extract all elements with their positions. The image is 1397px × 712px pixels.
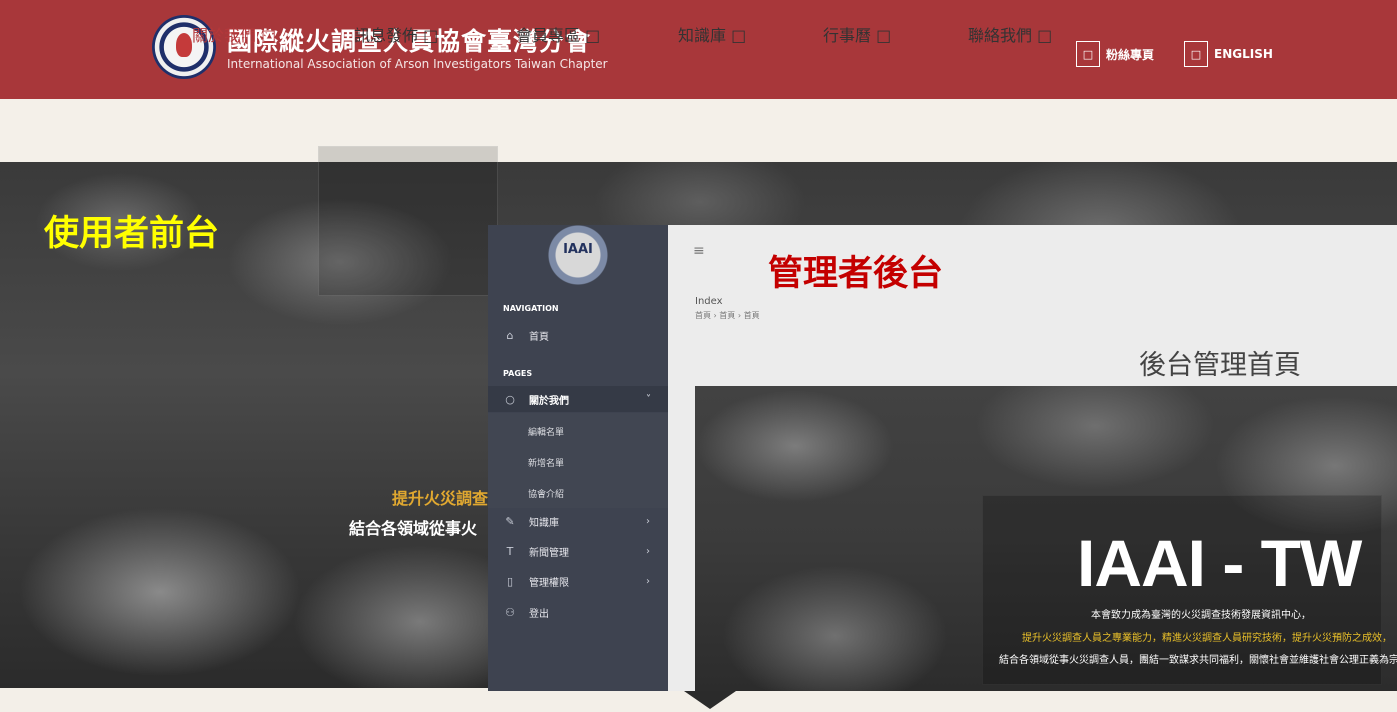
sidebar-subitem-add-list[interactable]: 新增名單	[528, 456, 564, 469]
sidebar-item-knowledge[interactable]: ✎ 知識庫 ›	[488, 508, 668, 534]
banner-line-2: 提升火災調查人員之專業能力，精進火災調查人員研究技術，提升火災預防之成效，	[1022, 633, 1392, 644]
hero-tagline: 結合各領域從事火	[349, 519, 478, 538]
site-title-en[interactable]: International Association of Arson Inves…	[227, 57, 608, 71]
droplet-icon: ○	[505, 392, 515, 406]
sidebar-item-label: 知識庫	[529, 517, 559, 529]
globe-icon: □	[1184, 41, 1208, 67]
user-icon: ⚇	[505, 605, 515, 619]
english-label: ENGLISH	[1214, 47, 1273, 61]
sidebar-item-news[interactable]: T 新聞管理 ›	[488, 538, 668, 564]
chevron-right-icon: ›	[646, 545, 650, 557]
breadcrumb-title: Index	[695, 296, 723, 307]
nav-calendar[interactable]: 行事曆 □	[823, 22, 891, 46]
english-link[interactable]: □ ENGLISH	[1184, 41, 1273, 67]
sidebar-item-label: 管理權限	[529, 577, 569, 589]
backend-annotation: 管理者後台	[768, 254, 944, 294]
sidebar-item-label: 新聞管理	[529, 547, 569, 559]
sidebar-subitem-edit-list[interactable]: 編輯名單	[528, 425, 564, 438]
home-icon: ⌂	[506, 328, 514, 342]
pen-icon: ✎	[505, 514, 515, 528]
nav-about[interactable]: 關於我們 □	[192, 22, 276, 46]
banner-title: IAAI - TW	[1077, 526, 1362, 600]
breadcrumb[interactable]: 首頁 › 首頁 › 首頁	[695, 310, 760, 321]
sidebar-item-permissions[interactable]: ▯ 管理權限 ›	[488, 568, 668, 594]
sidebar-item-about[interactable]: ○ 關於我們 ˅	[488, 386, 668, 412]
sidebar-heading-pages: PAGES	[503, 369, 533, 378]
chevron-right-icon: ›	[646, 575, 650, 587]
nav-members[interactable]: 會員專區 □	[516, 22, 600, 46]
sidebar-heading-navigation: NAVIGATION	[503, 304, 559, 313]
hero-tagline-highlight: 提升火災調查	[392, 489, 489, 508]
sidebar-item-label: 首頁	[529, 331, 549, 343]
page-title: 後台管理首頁	[1139, 350, 1301, 381]
scroll-down-icon[interactable]	[684, 691, 736, 709]
chevron-down-icon: ˅	[646, 393, 651, 405]
fan-page-label: 粉絲專頁	[1106, 47, 1155, 62]
nav-contact[interactable]: 聯絡我們 □	[968, 22, 1052, 46]
sidebar-item-label: 關於我們	[529, 395, 569, 407]
chevron-right-icon: ›	[646, 515, 650, 527]
fan-page-link[interactable]: □ 粉絲專頁	[1076, 41, 1154, 67]
main-nav	[0, 99, 1397, 162]
frontend-annotation: 使用者前台	[44, 214, 220, 254]
nav-news[interactable]: 訊息發佈 □	[354, 22, 438, 46]
banner-line-3: 結合各領域從事火災調查人員，團結一致謀求共同福利，關懷社會並維護社會公理正義為宗…	[999, 655, 1397, 666]
hero-text-panel	[318, 146, 498, 296]
layout-icon: ▯	[506, 574, 514, 588]
menu-icon[interactable]: ≡	[693, 243, 705, 259]
sidebar-item-logout[interactable]: ⚇ 登出	[488, 599, 668, 625]
nav-knowledge[interactable]: 知識庫 □	[678, 22, 746, 46]
sidebar-submenu	[488, 413, 668, 508]
admin-logo-text: IAAI	[563, 242, 593, 257]
sidebar-item-home[interactable]: ⌂ 首頁	[488, 322, 668, 348]
facebook-icon: □	[1076, 41, 1100, 67]
sidebar-subitem-intro[interactable]: 協會介紹	[528, 487, 564, 500]
banner-line-1: 本會致力成為臺灣的火災調查技術發展資訊中心，	[1091, 610, 1311, 621]
sidebar-item-label: 登出	[529, 608, 549, 620]
text-icon: T	[506, 544, 514, 558]
